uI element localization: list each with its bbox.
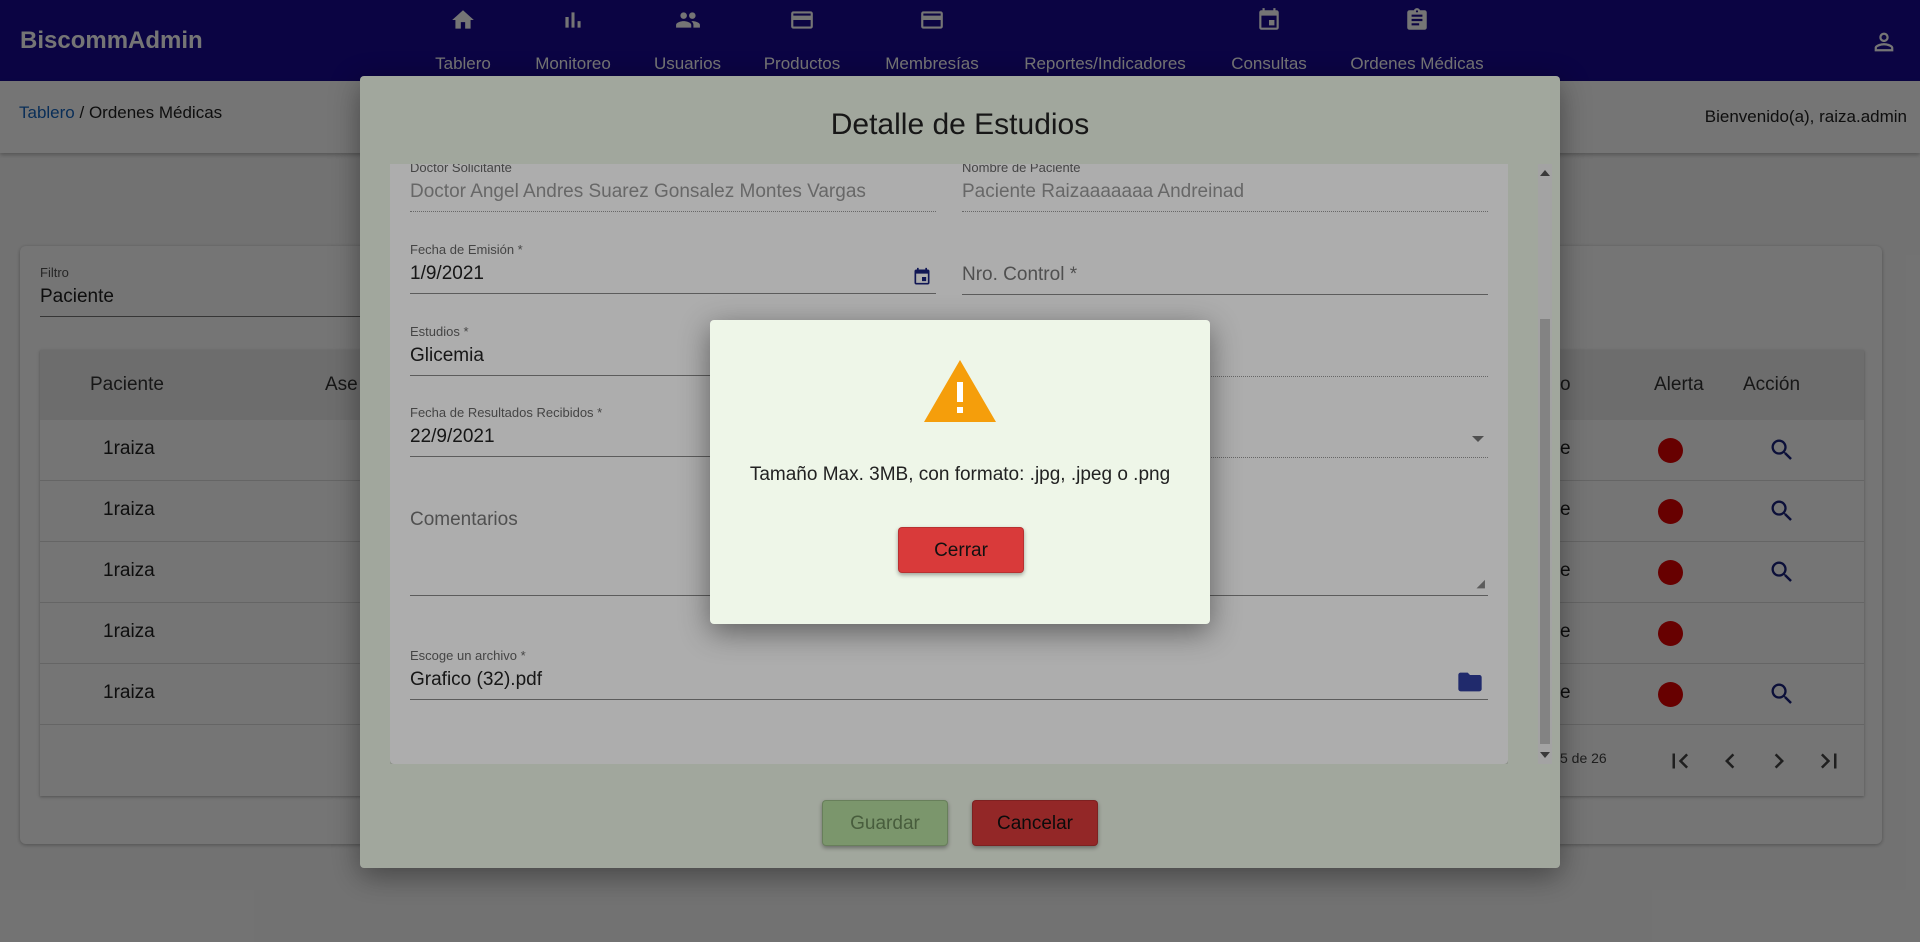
warning-icon (924, 360, 996, 422)
file-size-alert-dialog: Tamaño Max. 3MB, con formato: .jpg, .jpe… (710, 320, 1210, 624)
close-button[interactable]: Cerrar (898, 527, 1024, 573)
alert-message: Tamaño Max. 3MB, con formato: .jpg, .jpe… (749, 464, 1171, 485)
